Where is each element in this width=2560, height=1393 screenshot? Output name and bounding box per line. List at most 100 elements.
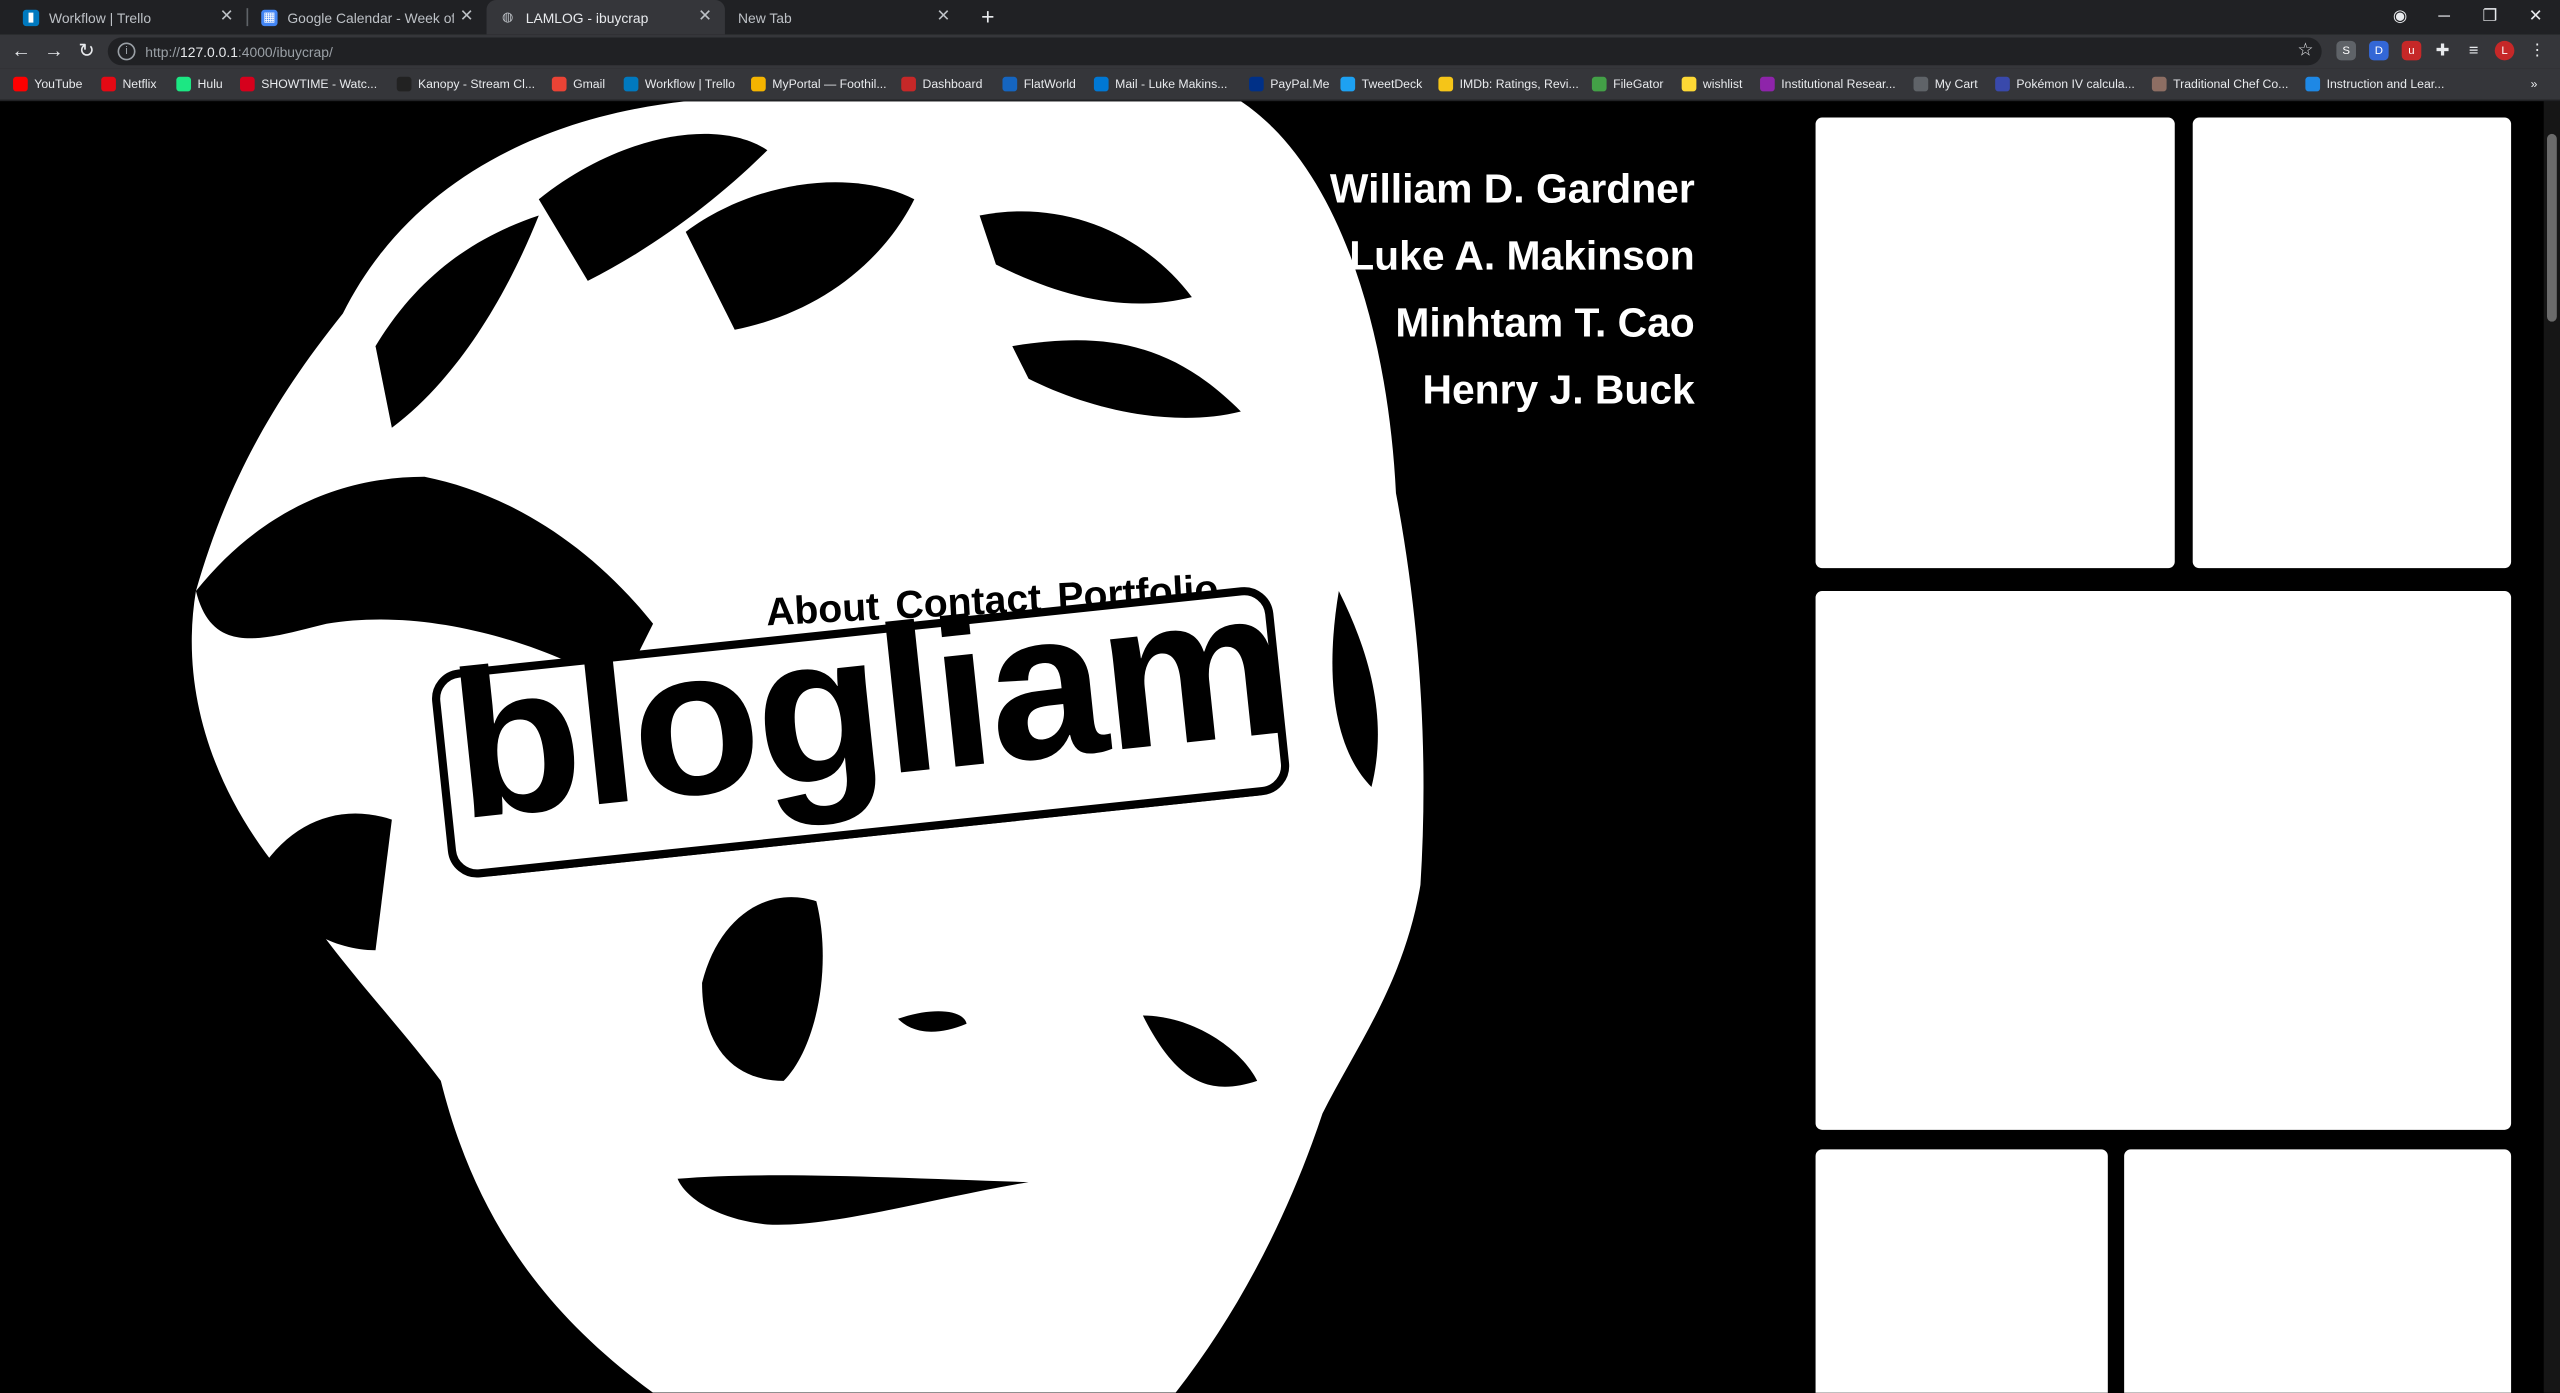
tab-strip: ▮ Workflow | Trello ✕ ▦ Google Calendar … [0, 0, 2560, 35]
bookmark-item[interactable]: Dashboard [901, 73, 982, 94]
browser-toolbar: ← → ↻ i http://127.0.0.1:4000/ibuycrap/ … [0, 34, 2560, 69]
bookmark-favicon-icon [2305, 76, 2321, 92]
puzzle-icon[interactable]: ✚ [2433, 41, 2453, 61]
bookmark-favicon-icon [13, 76, 28, 92]
bookmark-label: Hulu [197, 76, 223, 92]
bookmark-star-icon[interactable]: ☆ [2297, 39, 2313, 61]
scrollbar-thumb[interactable] [2547, 133, 2557, 322]
author-list: William D. Gardner Luke A. Makinson Minh… [1330, 157, 1695, 425]
extension-icon[interactable]: D [2369, 40, 2389, 61]
bookmark-favicon-icon [751, 76, 766, 92]
bookmark-favicon-icon [1438, 76, 1454, 92]
bookmark-item[interactable]: IMDb: Ratings, Revi... [1438, 73, 1579, 94]
avatar[interactable]: L [2494, 40, 2515, 61]
tab-new-tab[interactable]: New Tab ✕ [725, 0, 963, 34]
bookmark-item[interactable]: YouTube [13, 73, 82, 94]
bookmark-item[interactable]: TweetDeck [1340, 73, 1422, 94]
bookmark-item[interactable]: wishlist [1681, 73, 1743, 94]
info-icon[interactable]: i [117, 42, 136, 61]
bookmark-item[interactable]: Hulu [176, 73, 223, 94]
bookmark-favicon-icon [101, 76, 116, 92]
bookmark-label: TweetDeck [1361, 76, 1423, 92]
page-content: William D. Gardner Luke A. Makinson Minh… [0, 101, 2544, 1393]
address-bar[interactable]: i http://127.0.0.1:4000/ibuycrap/ ☆ [107, 37, 2322, 66]
author-name: William D. Gardner [1329, 166, 1695, 213]
bookmark-favicon-icon [1093, 76, 1109, 92]
bookmark-item[interactable]: SHOWTIME - Watc... [240, 73, 377, 94]
forward-button[interactable]: → [41, 38, 67, 64]
calendar-icon: ▦ [261, 8, 278, 26]
bookmark-item[interactable]: Gmail [551, 73, 606, 94]
reload-button[interactable]: ↻ [73, 38, 99, 64]
bookmark-item[interactable]: FileGator [1591, 73, 1663, 94]
reading-list-icon[interactable]: ≡ [2464, 41, 2484, 61]
tab-title: Workflow | Trello [48, 8, 152, 26]
bookmark-item[interactable]: Workflow | Trello [623, 73, 735, 94]
trello-icon: ▮ [22, 8, 40, 26]
bookmark-item[interactable]: FlatWorld [1002, 73, 1076, 94]
bookmark-favicon-icon [1249, 76, 1264, 92]
author-name: Henry J. Buck [1422, 367, 1695, 414]
tab-trello[interactable]: ▮ Workflow | Trello ✕ [10, 0, 247, 34]
bookmark-item[interactable]: My Cart [1913, 73, 1978, 94]
bookmark-favicon-icon [1681, 76, 1697, 92]
close-icon[interactable]: ✕ [220, 8, 234, 26]
menu-icon[interactable]: ⋮ [2527, 41, 2547, 61]
bookmark-favicon-icon [1760, 76, 1775, 92]
bookmark-item[interactable]: Pokémon IV calcula... [1995, 73, 2135, 94]
extension-icon[interactable]: S [2336, 40, 2356, 61]
bookmark-item[interactable]: Traditional Chef Co... [2151, 73, 2288, 94]
globe-icon: ◍ [502, 9, 514, 25]
bookmark-label: SHOWTIME - Watc... [261, 76, 378, 92]
bookmark-favicon-icon [623, 76, 639, 92]
bookmark-favicon-icon [240, 76, 255, 92]
tab-lamlog[interactable]: ◍ LAMLOG - ibuycrap ✕ [486, 0, 725, 35]
close-window-button[interactable]: ✕ [2521, 3, 2550, 29]
extension-icon[interactable]: u [2401, 40, 2422, 61]
bookmark-label: Institutional Resear... [1781, 76, 1896, 92]
bookmark-label: Netflix [122, 76, 157, 92]
bookmark-item[interactable]: Netflix [101, 73, 156, 94]
back-button[interactable]: ← [8, 38, 34, 64]
author-name: Luke A. Makinson [1349, 233, 1695, 280]
content-card[interactable] [2124, 1149, 2512, 1393]
tab-search-icon[interactable]: ◉ [2385, 3, 2414, 29]
bookmark-item[interactable]: Instruction and Lear... [2305, 73, 2444, 94]
bookmark-item[interactable]: Institutional Resear... [1760, 73, 1896, 94]
content-card[interactable] [1815, 1149, 2108, 1393]
close-icon[interactable]: ✕ [460, 8, 474, 26]
bookmark-favicon-icon [1002, 76, 1018, 92]
new-tab-button[interactable]: + [975, 3, 1001, 29]
bookmark-favicon-icon [176, 76, 192, 92]
bookmark-label: Kanopy - Stream Cl... [417, 76, 536, 92]
bookmark-label: MyPortal — Foothil... [772, 76, 887, 92]
close-icon[interactable]: ✕ [698, 8, 712, 26]
bookmark-item[interactable]: Kanopy - Stream Cl... [396, 73, 536, 94]
restore-button[interactable]: ❐ [2475, 3, 2504, 29]
author-name: Minhtam T. Cao [1395, 300, 1695, 347]
more-bookmarks-icon[interactable]: » [2531, 73, 2538, 94]
content-card[interactable] [2192, 117, 2512, 569]
content-card[interactable] [1815, 591, 2512, 1130]
bookmark-favicon-icon [1591, 76, 1607, 92]
bookmark-item[interactable]: MyPortal — Foothil... [751, 73, 887, 94]
content-card[interactable] [1815, 117, 2175, 569]
bookmark-item[interactable]: Mail - Luke Makins... [1093, 73, 1228, 94]
bookmark-label: Mail - Luke Makins... [1115, 76, 1228, 92]
bookmark-label: Dashboard [922, 76, 983, 92]
bookmark-label: wishlist [1702, 76, 1743, 92]
bookmarks-bar: YouTube Netflix Hulu SHOWTIME - Watc... Kano… [0, 68, 2560, 102]
bookmark-favicon-icon [2151, 76, 2167, 92]
bookmark-favicon-icon [396, 76, 412, 92]
bookmark-label: Gmail [573, 76, 606, 92]
bookmark-label: My Cart [1934, 76, 1978, 92]
bookmark-item[interactable]: PayPal.Me [1249, 73, 1329, 94]
page-scrollbar[interactable] [2543, 101, 2560, 1393]
bookmark-favicon-icon [1340, 76, 1356, 92]
minimize-button[interactable]: ─ [2429, 3, 2458, 29]
close-icon[interactable]: ✕ [937, 8, 951, 26]
url-text[interactable]: http://127.0.0.1:4000/ibuycrap/ [145, 43, 333, 59]
bookmark-label: FlatWorld [1023, 76, 1076, 92]
tab-google-calendar[interactable]: ▦ Google Calendar - Week of April ✕ [248, 0, 486, 34]
bookmark-favicon-icon [1995, 76, 2010, 92]
